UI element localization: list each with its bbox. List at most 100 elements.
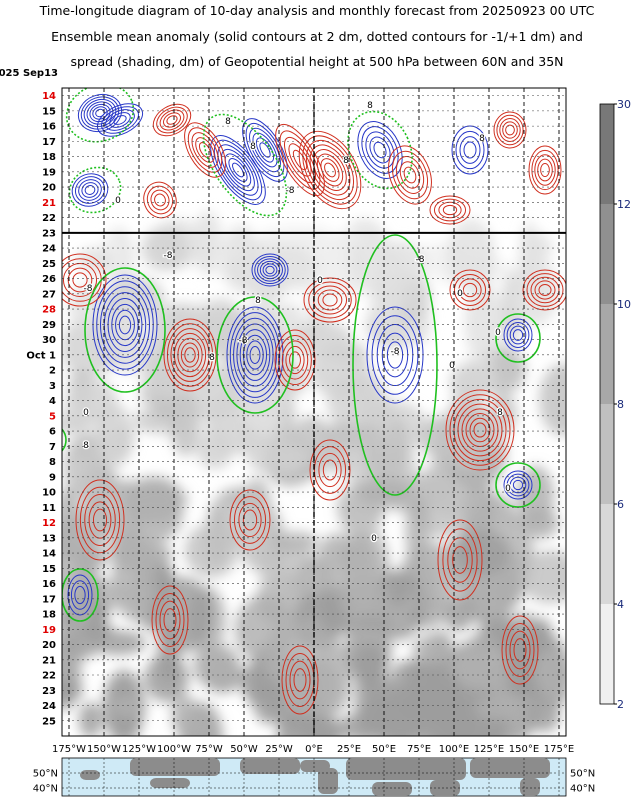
- colorbar-segment: [600, 204, 614, 304]
- spread-blob: [482, 597, 504, 620]
- y-tick-label: 12: [42, 518, 56, 529]
- map-landmass: [520, 778, 540, 796]
- y-tick-label: 30: [42, 335, 56, 346]
- x-tick-label: 150°W: [87, 744, 121, 755]
- y-tick-label: 25: [42, 716, 56, 727]
- contour-label: -8: [391, 347, 400, 357]
- spread-blob: [196, 430, 234, 470]
- y-tick-label: 17: [42, 137, 56, 148]
- colorbar-tick-label: 6: [617, 498, 624, 511]
- map-landmass: [346, 758, 466, 780]
- spread-blob: [435, 412, 487, 468]
- y-tick-label: 8: [49, 457, 56, 468]
- contour-label: 8: [209, 353, 215, 363]
- y-tick-label: Oct 1: [26, 350, 56, 361]
- contour-label: -8: [164, 251, 173, 261]
- spread-blob: [349, 240, 370, 285]
- colorbar-segment: [600, 404, 614, 504]
- spread-blob: [62, 487, 81, 560]
- x-tick-label: 25°E: [337, 744, 361, 755]
- spread-blob: [327, 374, 376, 430]
- colorbar-tick-label: 4: [617, 598, 624, 611]
- colorbar-tick-label: 2: [617, 698, 624, 711]
- map-landmass: [150, 778, 190, 788]
- map-landmass: [318, 768, 338, 794]
- spread-blob: [298, 717, 346, 736]
- x-tick-label: 100°W: [157, 744, 191, 755]
- contour-label: 0: [371, 534, 377, 544]
- colorbar-tick-label: 30: [617, 98, 631, 111]
- x-tick-label: 75°E: [407, 744, 431, 755]
- y-tick-label: 7: [49, 442, 56, 453]
- map-lat-label-right: 50°N: [570, 769, 595, 780]
- y-tick-label: 15: [42, 564, 56, 575]
- map-lat-label-left: 50°N: [33, 769, 58, 780]
- y-tick-label: 17: [42, 594, 56, 605]
- contour-label: 8: [479, 134, 485, 144]
- contour-label: 0: [495, 328, 501, 338]
- contour-label: 0: [317, 276, 323, 286]
- spread-blob: [534, 648, 566, 699]
- x-tick-label: 100°E: [439, 744, 469, 755]
- spread-blob: [171, 694, 199, 736]
- spread-blob: [412, 634, 450, 666]
- contour-label: 8: [255, 296, 261, 306]
- x-tick-label: 50°E: [372, 744, 396, 755]
- colorbar-segment: [600, 304, 614, 404]
- contour-label: -8: [84, 284, 93, 294]
- y-tick-label: 16: [42, 579, 56, 590]
- y-tick-label: 23: [42, 686, 56, 697]
- x-tick-label: 25°W: [265, 744, 293, 755]
- y-axis-header: 2025 Sep13: [0, 68, 58, 79]
- map-landmass: [240, 758, 300, 774]
- spread-blob: [206, 495, 243, 551]
- y-tick-label: 27: [42, 289, 56, 300]
- spread-blob: [273, 531, 319, 553]
- colorbar-tick-label: 10: [617, 298, 631, 311]
- reference-map: 50°N 50°N 40°N 40°N: [33, 757, 595, 797]
- colorbar-tick-label: 8: [617, 398, 624, 411]
- x-tick-label: 75°W: [195, 744, 223, 755]
- y-tick-label: 24: [42, 701, 56, 712]
- y-tick-label: 4: [49, 396, 56, 407]
- x-tick-label: 0°E: [305, 744, 323, 755]
- y-tick-label: 26: [42, 274, 56, 285]
- y-tick-label: 14: [42, 549, 56, 560]
- map-landmass: [130, 758, 220, 776]
- y-tick-label: 2: [49, 366, 56, 377]
- y-tick-label: 15: [42, 106, 56, 117]
- y-tick-label: 19: [42, 167, 56, 178]
- spread-blob: [405, 493, 430, 567]
- y-tick-label: 10: [42, 488, 56, 499]
- x-tick-label: 175°W: [52, 744, 86, 755]
- x-tick-label: 150°E: [509, 744, 539, 755]
- contour-label: 8: [83, 441, 89, 451]
- contour-label: 8: [250, 142, 256, 152]
- y-tick-label: 20: [42, 640, 56, 651]
- spread-blob: [123, 476, 184, 524]
- y-tick-label: 13: [42, 533, 56, 544]
- y-tick-label: 9: [49, 472, 56, 483]
- y-tick-label: 20: [42, 183, 56, 194]
- spread-blob: [345, 615, 392, 684]
- spread-blob: [464, 283, 503, 363]
- contour-label: 0: [83, 408, 89, 418]
- contour-label: 8: [343, 156, 349, 166]
- y-tick-label: 18: [42, 152, 56, 163]
- contour-line: [62, 428, 67, 452]
- spread-blob: [371, 395, 396, 434]
- spread-blob: [78, 702, 103, 736]
- map-lat-label-right: 40°N: [570, 784, 595, 795]
- spread-blob: [62, 552, 77, 614]
- y-tick-label: 21: [42, 198, 56, 209]
- contour-group: [62, 428, 67, 452]
- y-tick-label: 5: [49, 411, 56, 422]
- y-tick-label: 18: [42, 610, 56, 621]
- x-tick-label: 50°W: [230, 744, 258, 755]
- colorbar-tick-label: 12: [617, 198, 631, 211]
- spread-blob: [154, 562, 175, 596]
- map-lat-label-left: 40°N: [33, 784, 58, 795]
- spread-blob: [388, 579, 409, 608]
- contour-label: -8: [286, 186, 295, 196]
- colorbar-segment: [600, 604, 614, 704]
